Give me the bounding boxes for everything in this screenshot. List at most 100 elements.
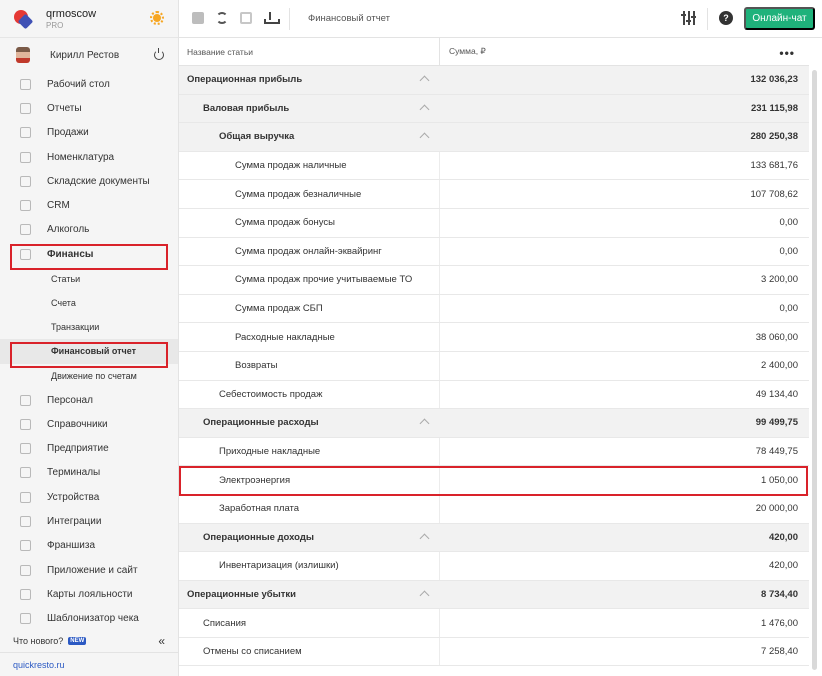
row-sum: 3 200,00 — [761, 274, 798, 286]
sidebar: qrmoscow PRO Кирилл Рестов Рабочий стол … — [0, 0, 179, 676]
nav-item-loyalty-cards[interactable]: Карты лояльности — [0, 582, 178, 606]
monitor-icon — [20, 564, 31, 576]
table-row[interactable]: Сумма продаж безналичные 107 708,62 — [179, 180, 809, 209]
table-group-row[interactable]: Операционные доходы 420,00 — [179, 523, 809, 553]
row-sum: 2 400,00 — [761, 360, 798, 372]
table-row[interactable]: Сумма продаж наличные 133 681,76 — [179, 151, 809, 181]
column-header-name[interactable]: Название статьи — [179, 37, 440, 66]
row-name: Отмены со списанием — [179, 637, 440, 666]
row-name: Себестоимость продаж — [179, 380, 440, 409]
nav-item-warehouse[interactable]: Складские документы — [0, 169, 178, 193]
table-group-row[interactable]: Операционная прибыль 132 036,23 — [179, 66, 809, 95]
table-row[interactable]: Себестоимость продаж 49 134,40 — [179, 380, 809, 410]
account-switcher[interactable]: qrmoscow PRO — [0, 0, 178, 38]
table-row[interactable]: Расходные накладные 38 060,00 — [179, 323, 809, 352]
user-name: Кирилл Рестов — [50, 49, 120, 61]
table-row[interactable]: Заработная плата 20 000,00 — [179, 494, 809, 524]
download-icon[interactable] — [264, 12, 280, 24]
row-name: Сумма продаж онлайн-эквайринг — [179, 237, 440, 266]
refresh-icon[interactable] — [216, 12, 228, 24]
nav-item-devices[interactable]: Устройства — [0, 485, 178, 509]
table-row[interactable]: Возвраты 2 400,00 — [179, 351, 809, 381]
table-group-row[interactable]: Операционные убытки 8 734,40 — [179, 580, 809, 610]
save-icon[interactable] — [192, 12, 204, 24]
filter-settings-icon[interactable] — [681, 11, 696, 25]
theme-toggle-icon[interactable] — [150, 11, 164, 25]
row-name: Операционные доходы — [203, 531, 314, 543]
row-name: Расходные накладные — [179, 323, 440, 351]
nav-item-directories[interactable]: Справочники — [0, 412, 178, 436]
row-sum: 78 449,75 — [755, 446, 798, 458]
row-sum: 132 036,23 — [750, 74, 798, 86]
more-options-icon[interactable]: ••• — [779, 46, 795, 60]
row-sum: 8 734,40 — [761, 588, 798, 600]
network-icon — [20, 540, 31, 552]
collapse-sidebar-icon[interactable]: « — [158, 634, 165, 648]
row-sum: 107 708,62 — [750, 188, 798, 200]
row-sum: 1 476,00 — [761, 617, 798, 629]
chart-icon — [20, 102, 31, 114]
nav-item-nomenclature[interactable]: Номенклатура — [0, 145, 178, 169]
table-group-row[interactable]: Общая выручка 280 250,38 — [179, 123, 809, 152]
nav-item-terminals[interactable]: Терминалы — [0, 461, 178, 485]
nav-item-desktop[interactable]: Рабочий стол — [0, 72, 178, 96]
toolbar: Финансовый отчет ? Онлайн-чат — [179, 0, 822, 38]
table-group-row[interactable]: Валовая прибыль 231 115,98 — [179, 94, 809, 124]
nav-item-staff[interactable]: Персонал — [0, 388, 178, 412]
nav-sub-accounts[interactable]: Счета — [0, 291, 178, 315]
app-logo-icon — [14, 9, 34, 29]
nav-item-reports[interactable]: Отчеты — [0, 96, 178, 120]
table-row[interactable]: Отмены со списанием 7 258,40 — [179, 637, 809, 667]
nav-sub-account-movements[interactable]: Движение по счетам — [0, 364, 178, 388]
nav-sub-transactions[interactable]: Транзакции — [0, 315, 178, 339]
nav-item-app-site[interactable]: Приложение и сайт — [0, 558, 178, 582]
nav-sub-financial-report[interactable]: Финансовый отчет — [0, 339, 178, 364]
row-name: Общая выручка — [219, 131, 295, 143]
nav-item-sales[interactable]: Продажи — [0, 121, 178, 145]
site-link[interactable]: quickresto.ru — [0, 652, 179, 676]
row-name: Операционные убытки — [187, 588, 297, 600]
row-sum: 7 258,40 — [761, 646, 798, 658]
nav-sub-articles[interactable]: Статьи — [0, 266, 178, 290]
user-profile[interactable]: Кирилл Рестов — [0, 38, 178, 72]
table-row[interactable]: Списания 1 476,00 — [179, 609, 809, 638]
nav-item-finance[interactable]: Финансы — [0, 242, 178, 266]
row-sum: 280 250,38 — [750, 131, 798, 143]
avatar — [16, 47, 30, 63]
table-row[interactable]: Сумма продаж бонусы 0,00 — [179, 208, 809, 238]
help-icon[interactable]: ? — [719, 11, 733, 25]
table-row[interactable]: Сумма продаж онлайн-эквайринг 0,00 — [179, 237, 809, 267]
scrollbar[interactable] — [810, 40, 819, 676]
account-plan: PRO — [46, 20, 64, 30]
users-icon — [20, 200, 31, 212]
main-nav: Рабочий стол Отчеты Продажи Номенклатура… — [0, 72, 178, 631]
nav-item-crm[interactable]: CRM — [0, 193, 178, 217]
nav-item-integrations[interactable]: Интеграции — [0, 509, 178, 533]
row-sum: 1 050,00 — [761, 474, 798, 486]
row-sum: 133 681,76 — [750, 160, 798, 172]
row-sum: 99 499,75 — [755, 417, 798, 429]
table-row[interactable]: Сумма продаж прочие учитываемые ТО 3 200,… — [179, 266, 809, 295]
page-title: Финансовый отчет — [308, 13, 390, 24]
table-row[interactable]: Приходные накладные 78 449,75 — [179, 437, 809, 467]
table-body: Операционная прибыль 132 036,23 Валовая пр… — [179, 66, 809, 667]
table-row[interactable]: Инвентаризация (излишки) 420,00 — [179, 552, 809, 581]
scrollbar-thumb[interactable] — [812, 70, 817, 670]
column-header-sum[interactable]: Сумма, ₽ — [440, 46, 809, 57]
row-name: Сумма продаж наличные — [179, 151, 440, 180]
whats-new-link[interactable]: Что нового? NEW « — [0, 631, 179, 651]
nav-item-enterprise[interactable]: Предприятие — [0, 436, 178, 460]
row-name: Инвентаризация (излишки) — [179, 552, 440, 580]
table-row[interactable]: Сумма продаж СБП 0,00 — [179, 294, 809, 324]
row-name: Списания — [179, 609, 440, 637]
nav-item-alcohol[interactable]: Алкоголь — [0, 218, 178, 242]
nav-item-franchise[interactable]: Франшиза — [0, 534, 178, 558]
table-group-row[interactable]: Операционные расходы 99 499,75 — [179, 409, 809, 438]
copy-icon[interactable] — [240, 12, 252, 24]
table-row[interactable]: Электроэнергия 1 050,00 — [179, 466, 809, 495]
logout-icon[interactable] — [154, 48, 164, 60]
wallet-icon — [20, 248, 31, 260]
receipt-icon — [20, 613, 31, 625]
online-chat-button[interactable]: Онлайн-чат — [744, 7, 815, 30]
nav-item-receipt-template[interactable]: Шаблонизатор чека — [0, 607, 178, 631]
